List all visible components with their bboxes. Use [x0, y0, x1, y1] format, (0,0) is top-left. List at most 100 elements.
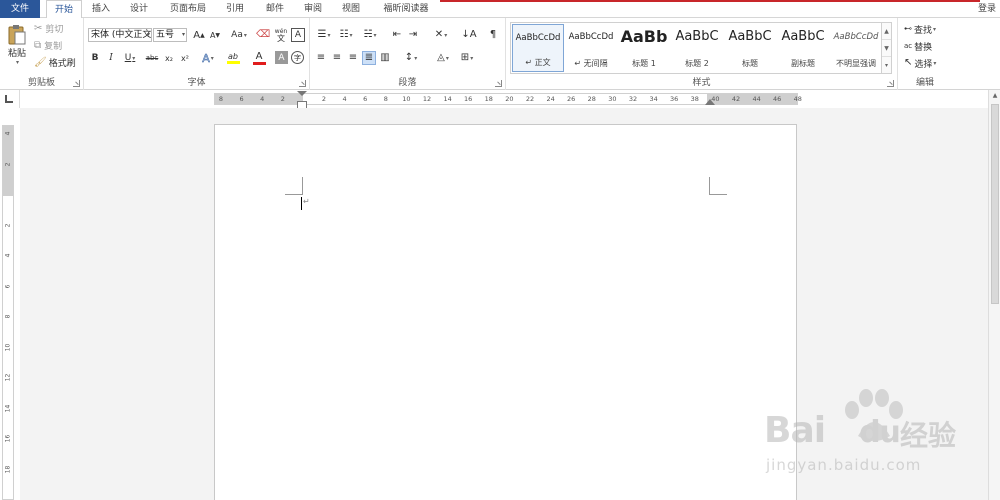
grow-font-button[interactable]: A ▲	[192, 28, 206, 42]
style-heading-2[interactable]: AaBbC 标题 2	[671, 24, 723, 72]
tab-selector[interactable]	[0, 90, 20, 108]
show-marks-button[interactable]: ¶	[486, 28, 500, 42]
decrease-indent-button[interactable]: ⇤	[390, 28, 404, 42]
select-label: 选择	[914, 59, 933, 70]
tab-references[interactable]: 引用	[220, 0, 250, 18]
char-shading-button[interactable]: A	[275, 51, 288, 64]
binoculars-icon: ⊷	[904, 24, 912, 33]
align-left-button[interactable]: ≡	[314, 51, 328, 65]
ruler-tick-label: 16	[464, 95, 473, 103]
style-normal[interactable]: AaBbCcDd ↵ 正文	[512, 24, 564, 72]
subscript-button[interactable]: x₂	[162, 51, 176, 65]
replace-button[interactable]: ac 替换	[904, 39, 932, 53]
increase-indent-button[interactable]: ⇥	[406, 28, 420, 42]
copy-button[interactable]: ⧉ 复制	[34, 39, 62, 52]
justify-button[interactable]: ≣	[362, 51, 376, 65]
style-name: 标题 2	[685, 59, 709, 68]
ruler-tick-label: 8	[4, 314, 12, 319]
vertical-ruler[interactable]: 4 2 2 4 6 8 10 12 14 16 18	[2, 125, 14, 500]
tab-page-layout[interactable]: 页面布局	[164, 0, 212, 18]
gallery-up-icon[interactable]: ▲	[882, 23, 891, 40]
align-right-icon: ≡	[348, 52, 358, 63]
change-case-button[interactable]: Aa ▾	[228, 28, 250, 42]
select-button[interactable]: ↖ 选择 ▾	[904, 56, 936, 70]
shading-button[interactable]: ◬ ▾	[432, 51, 454, 65]
tab-file[interactable]: 文件	[0, 0, 40, 18]
italic-button[interactable]: I	[104, 51, 118, 65]
align-center-button[interactable]: ≡	[330, 51, 344, 65]
tab-home[interactable]: 开始	[46, 0, 82, 19]
char-border-icon: A	[294, 30, 302, 40]
highlight-button[interactable]: ab	[222, 49, 244, 67]
menu-accent-line	[440, 0, 980, 2]
right-indent-handle[interactable]	[705, 99, 715, 105]
justify-icon: ≣	[364, 52, 374, 63]
multilevel-list-button[interactable]: ☵ ▾	[360, 28, 380, 42]
style-sample: AaBbCcDd	[833, 32, 879, 42]
tab-view[interactable]: 视图	[336, 0, 366, 18]
tab-mailings[interactable]: 邮件	[260, 0, 290, 18]
copy-icon: ⧉	[34, 39, 42, 51]
distributed-button[interactable]: ▥	[378, 51, 392, 65]
text-effects-button[interactable]: A ▾	[198, 51, 218, 65]
line-spacing-button[interactable]: ↕ ▾	[400, 51, 422, 65]
style-heading-1[interactable]: AaBb 标题 1	[618, 24, 670, 72]
cut-button[interactable]: ✂ 剪切	[34, 22, 63, 35]
font-name-value: 宋体 (中文正文	[91, 30, 152, 40]
phonetic-guide-icon: 文	[277, 34, 285, 43]
find-button[interactable]: ⊷ 查找 ▾	[904, 22, 936, 36]
enclose-char-button[interactable]: 字	[291, 51, 304, 64]
style-no-spacing[interactable]: AaBbCcDd ↵ 无间隔	[565, 24, 617, 72]
ruler-tick-label: 6	[239, 95, 244, 103]
char-border-button[interactable]: A	[291, 28, 305, 42]
tab-foxit-reader[interactable]: 福昕阅读器	[376, 0, 436, 18]
font-size-chevron-down-icon: ▾	[181, 31, 185, 38]
style-subtitle[interactable]: AaBbC 副标题	[777, 24, 829, 72]
paste-button[interactable]: 粘贴 ▾	[4, 22, 30, 68]
tab-review[interactable]: 审阅	[298, 0, 328, 18]
borders-icon: ⊞	[460, 52, 470, 63]
ruler-tick-label: 4	[260, 95, 265, 103]
tab-design[interactable]: 设计	[124, 0, 154, 18]
horizontal-ruler[interactable]: 8 6 4 2 2 4 6 8 10 12 14 16 18 20 22 24 26 28 30 32 34 36 38 40…	[214, 91, 802, 109]
underline-button[interactable]: U ▾	[120, 51, 140, 65]
paragraph-group-label: 段落	[398, 78, 417, 88]
scroll-up-icon[interactable]: ▲	[989, 90, 1000, 102]
shrink-font-button[interactable]: A ▼	[208, 28, 222, 42]
font-color-button[interactable]: A	[248, 49, 270, 67]
strikethrough-button[interactable]: abc	[144, 51, 160, 65]
align-right-button[interactable]: ≡	[346, 51, 360, 65]
clipboard-launcher-icon[interactable]	[73, 80, 80, 87]
superscript-icon: x²	[181, 53, 189, 63]
superscript-button[interactable]: x²	[178, 51, 192, 65]
scrollbar-thumb[interactable]	[991, 104, 999, 304]
borders-button[interactable]: ⊞ ▾	[456, 51, 478, 65]
sort-button[interactable]: ↓A	[461, 28, 476, 42]
style-title[interactable]: AaBbC 标题	[724, 24, 776, 72]
tab-insert[interactable]: 插入	[86, 0, 116, 18]
ruler-tick-label: 4	[4, 131, 12, 136]
group-editing: ⊷ 查找 ▾ ac 替换 ↖ 选择 ▾ 编辑	[898, 18, 952, 90]
gallery-more-icon[interactable]: ▾	[882, 57, 891, 74]
document-page[interactable]: ↵	[214, 124, 797, 500]
clear-format-button[interactable]: ⌫	[256, 28, 270, 42]
styles-launcher-icon[interactable]	[887, 80, 894, 87]
font-launcher-icon[interactable]	[299, 80, 306, 87]
bold-button[interactable]: B	[88, 51, 102, 65]
gallery-down-icon[interactable]: ▼	[882, 40, 891, 57]
numbering-button[interactable]: ☷ ▾	[336, 28, 356, 42]
margin-corner-top-right	[709, 177, 727, 195]
asian-layout-button[interactable]: ✕ ▾	[430, 28, 452, 42]
first-line-indent-handle[interactable]	[297, 91, 307, 96]
style-subtle-emphasis[interactable]: AaBbCcDd 不明显强调	[830, 24, 882, 72]
ruler-tick-label: 38	[690, 95, 699, 103]
text-cursor	[301, 197, 302, 210]
font-name-select[interactable]: 宋体 (中文正文 ▾	[88, 28, 152, 42]
phonetic-guide-button[interactable]: wén 文	[274, 27, 288, 43]
login-link[interactable]: 登录	[978, 0, 996, 18]
format-painter-button[interactable]: 🖌 格式刷	[34, 56, 76, 69]
font-size-select[interactable]: 五号 ▾	[153, 28, 187, 42]
ruler-tick-label: 42	[731, 95, 741, 103]
bullets-button[interactable]: ☰ ▾	[314, 28, 334, 42]
paragraph-launcher-icon[interactable]	[495, 80, 502, 87]
